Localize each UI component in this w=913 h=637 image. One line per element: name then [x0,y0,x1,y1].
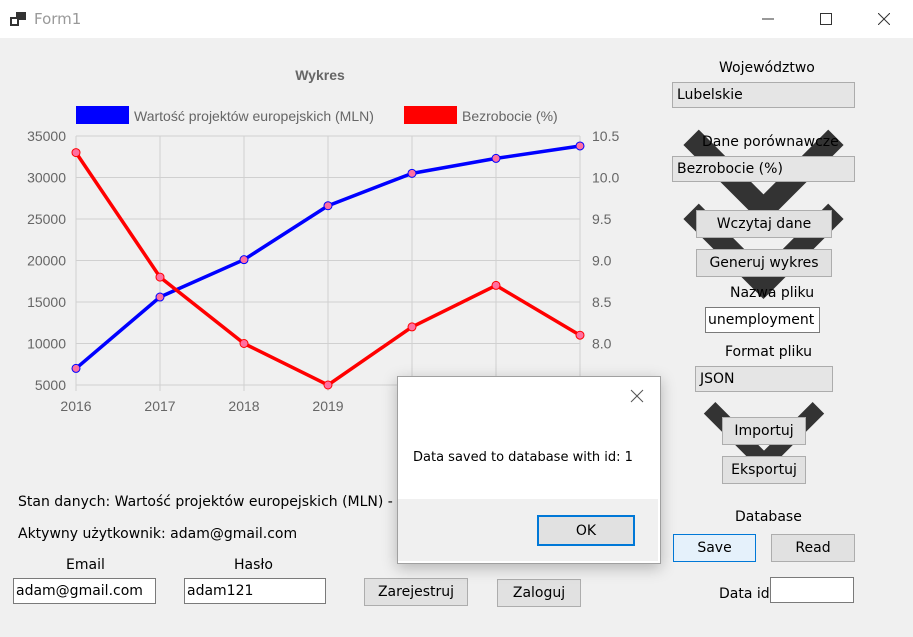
data-id-input[interactable] [770,577,854,603]
y-left-tick-label: 35000 [27,128,66,144]
email-input[interactable]: adam@gmail.com [13,578,156,604]
minimize-button[interactable] [739,0,797,38]
legend-swatch [76,106,129,124]
data-point [575,330,585,340]
generate-chart-button[interactable]: Generuj wykres [696,249,832,277]
data-point [239,339,249,348]
compare-select[interactable]: Bezrobocie (%) [672,156,855,300]
y-right-tick-label: 10.0 [592,170,619,186]
data-point [575,141,585,151]
active-user-text: Aktywny użytkownik: adam@gmail.com [18,526,298,542]
chart-title: Wykres [295,67,345,83]
minimize-icon [762,18,774,20]
x-tick-label: 2019 [312,398,343,414]
y-left-tick-label: 15000 [27,294,66,310]
close-icon[interactable] [630,389,644,403]
x-tick-label: 2018 [228,398,259,414]
password-input[interactable]: adam121 [184,578,326,604]
close-button[interactable] [855,0,913,38]
data-point [407,322,417,332]
format-label: Format pliku [725,344,813,360]
data-point [491,153,501,163]
import-button[interactable]: Importuj [722,417,806,445]
ok-button[interactable]: OK [537,515,635,546]
compare-value: Bezrobocie (%) [677,161,783,177]
filename-input[interactable]: unemployment [705,307,820,333]
y-right-tick-label: 9.0 [592,253,612,269]
y-right-tick-label: 8.0 [592,336,612,352]
app-icon [10,12,26,26]
data-point [323,201,333,211]
register-button[interactable]: Zarejestruj [364,578,468,606]
line-chart: 35000 30000 25000 20000 15000 10000 5000 10.5 10… [27,67,619,414]
y-right-tick-label: 9.5 [592,211,612,227]
data-id-label: Data id: [719,586,775,602]
legend-label: Bezrobocie (%) [462,108,558,124]
format-select[interactable]: JSON [695,366,833,474]
x-tick-label: 2017 [144,398,175,414]
close-icon [878,13,890,25]
y-left-tick-label: 20000 [27,253,66,269]
password-label: Hasło [234,557,273,573]
load-data-button[interactable]: Wczytaj dane [696,210,832,238]
y-right-tick-label: 10.5 [592,128,619,144]
y-left-tick-label: 25000 [27,211,66,227]
voivodeship-select[interactable]: Lubelskie [672,82,855,226]
message-dialog: Data saved to database with id: 1 OK [397,376,661,564]
email-label: Email [66,557,105,573]
y-left-tick-label: 5000 [35,377,66,393]
login-button[interactable]: Zaloguj [497,579,581,607]
title-bar: Form1 [0,0,913,38]
x-tick-label: 2016 [60,398,91,414]
data-point [71,148,81,158]
save-button[interactable]: Save [673,534,756,562]
data-point [407,168,417,178]
compare-label: Dane porównawcze [702,134,839,150]
filename-label: Nazwa pliku [730,285,815,301]
database-label: Database [735,509,802,525]
data-state-text: Stan danych: Wartość projektów europejsk… [18,494,416,510]
legend-label: Wartość projektów europejskich (MLN) [134,108,374,124]
y-right-tick-label: 8.5 [592,294,612,310]
window-title: Form1 [34,10,82,28]
data-point [323,380,333,390]
maximize-icon [820,13,832,25]
legend-swatch [404,106,457,124]
voivodeship-value: Lubelskie [677,87,743,103]
data-point [491,280,501,290]
dialog-message: Data saved to database with id: 1 [413,450,633,465]
data-point [71,363,81,373]
export-button[interactable]: Eksportuj [722,456,806,484]
maximize-button[interactable] [797,0,855,38]
voivodeship-label: Województwo [719,60,815,76]
data-point [155,272,165,282]
data-point [155,292,165,302]
y-left-tick-label: 30000 [27,170,66,186]
read-button[interactable]: Read [771,534,855,562]
y-left-tick-label: 10000 [27,336,66,352]
format-value: JSON [700,371,735,387]
data-point [239,255,249,265]
